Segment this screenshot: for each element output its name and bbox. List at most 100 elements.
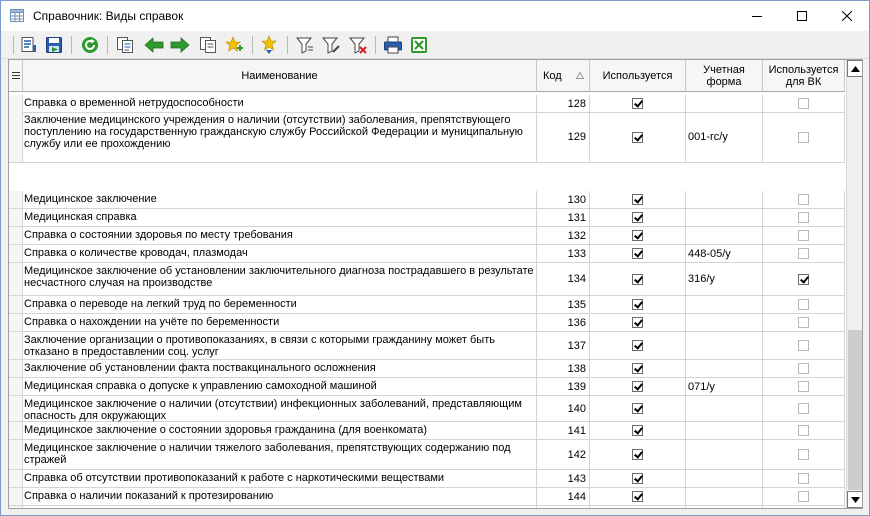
cell-form[interactable]: [686, 314, 763, 331]
copy-record-button[interactable]: [114, 34, 136, 56]
vk-checkbox[interactable]: [798, 473, 809, 484]
cell-name[interactable]: Медицинская справка о допуске к управлен…: [23, 378, 537, 395]
cell-form[interactable]: [686, 470, 763, 487]
cell-used[interactable]: [590, 314, 686, 331]
cell-used[interactable]: [590, 470, 686, 487]
used-checkbox[interactable]: [632, 194, 643, 205]
row-indicator[interactable]: [9, 245, 23, 262]
vk-checkbox[interactable]: [798, 248, 809, 259]
cell-form[interactable]: [686, 360, 763, 377]
filter-clear-button[interactable]: [347, 34, 369, 56]
close-button[interactable]: [824, 1, 869, 31]
table-row[interactable]: Справка о количестве кроводач, плазмодач…: [9, 245, 845, 263]
column-header-form[interactable]: Учетная форма: [686, 60, 763, 92]
cell-vk[interactable]: [763, 314, 845, 331]
cell-vk[interactable]: [763, 95, 845, 112]
cell-used[interactable]: [590, 396, 686, 421]
row-indicator[interactable]: [9, 488, 23, 505]
cell-vk[interactable]: [763, 296, 845, 313]
cell-vk[interactable]: [763, 378, 845, 395]
cell-used[interactable]: [590, 263, 686, 295]
cell-form[interactable]: [686, 95, 763, 112]
cell-code[interactable]: 128: [537, 95, 590, 112]
cell-used[interactable]: [590, 227, 686, 244]
vk-checkbox[interactable]: [798, 230, 809, 241]
cell-used[interactable]: [590, 332, 686, 359]
filter-edit-button[interactable]: [320, 34, 342, 56]
used-checkbox[interactable]: [632, 98, 643, 109]
cell-form[interactable]: [686, 296, 763, 313]
table-row[interactable]: Справка о состоянии здоровья по месту тр…: [9, 227, 845, 245]
cell-vk[interactable]: [763, 245, 845, 262]
save-button[interactable]: [43, 34, 65, 56]
used-checkbox[interactable]: [632, 230, 643, 241]
edit-record-button[interactable]: [18, 34, 40, 56]
cell-code[interactable]: 130: [537, 191, 590, 208]
used-checkbox[interactable]: [632, 317, 643, 328]
column-header-used[interactable]: Используется: [590, 60, 686, 92]
cell-name[interactable]: Справка о временной нетрудоспособности: [23, 95, 537, 112]
cell-name[interactable]: Медицинское заключение: [23, 191, 537, 208]
cell-name[interactable]: Справка о состоянии здоровья по месту тр…: [23, 227, 537, 244]
vk-checkbox[interactable]: [798, 491, 809, 502]
row-indicator[interactable]: [9, 209, 23, 226]
cell-used[interactable]: [590, 440, 686, 469]
used-checkbox[interactable]: [632, 363, 643, 374]
cell-form[interactable]: [686, 488, 763, 505]
cell-code[interactable]: 135: [537, 296, 590, 313]
row-indicator[interactable]: [9, 396, 23, 421]
table-row[interactable]: Заключение организации о противопоказани…: [9, 332, 845, 360]
cell-vk[interactable]: [763, 422, 845, 439]
cell-vk[interactable]: [763, 360, 845, 377]
cell-used[interactable]: [590, 245, 686, 262]
vk-checkbox[interactable]: [798, 425, 809, 436]
vk-checkbox[interactable]: [798, 381, 809, 392]
cell-form[interactable]: [686, 191, 763, 208]
cell-code[interactable]: 139: [537, 378, 590, 395]
vk-checkbox[interactable]: [798, 131, 809, 143]
cell-name[interactable]: Справка о количестве кроводач, плазмодач: [23, 245, 537, 262]
vk-checkbox[interactable]: [798, 403, 809, 414]
reference-table[interactable]: Наименование Код Используется Учетная фо…: [8, 59, 863, 509]
cell-form[interactable]: 448-05/у: [686, 245, 763, 262]
cell-form[interactable]: [686, 332, 763, 359]
cell-name[interactable]: Заключение об установлении факта поствак…: [23, 360, 537, 377]
cell-vk[interactable]: [763, 396, 845, 421]
cell-name[interactable]: Справка о нахождении на учёте по беремен…: [23, 314, 537, 331]
cell-code[interactable]: 145: [537, 506, 590, 508]
cell-form[interactable]: [686, 440, 763, 469]
cell-used[interactable]: [590, 191, 686, 208]
table-row[interactable]: Заключение медицинского учреждения о нал…: [9, 112, 845, 163]
used-checkbox[interactable]: [632, 212, 643, 223]
used-checkbox[interactable]: [632, 340, 643, 351]
used-checkbox[interactable]: [632, 449, 643, 460]
table-row[interactable]: Медицинское заключение о характере получ…: [9, 506, 845, 508]
column-chooser-button[interactable]: [9, 60, 23, 92]
cell-code[interactable]: 133: [537, 245, 590, 262]
cell-form[interactable]: [686, 209, 763, 226]
table-row[interactable]: Медицинская справка о допуске к управлен…: [9, 378, 845, 396]
row-indicator[interactable]: [9, 470, 23, 487]
move-left-button[interactable]: [143, 34, 165, 56]
table-row[interactable]: Справка об отсутствии противопоказаний к…: [9, 470, 845, 488]
cell-used[interactable]: [590, 378, 686, 395]
row-indicator[interactable]: [9, 440, 23, 469]
cell-code[interactable]: 131: [537, 209, 590, 226]
table-row[interactable]: Медицинское заключение об установлении з…: [9, 263, 845, 296]
cell-vk[interactable]: [763, 112, 845, 162]
table-row[interactable]: Справка о переводе на легкий труд по бер…: [9, 296, 845, 314]
cell-name[interactable]: Заключение организации о противопоказани…: [23, 332, 537, 359]
used-checkbox[interactable]: [632, 473, 643, 484]
row-indicator[interactable]: [9, 191, 23, 208]
cell-name[interactable]: Справка о наличии показаний к протезиров…: [23, 488, 537, 505]
row-indicator[interactable]: [9, 314, 23, 331]
vk-checkbox[interactable]: [798, 317, 809, 328]
cell-name[interactable]: Медицинское заключение об установлении з…: [23, 263, 537, 295]
cell-form[interactable]: 001-гс/у: [686, 112, 763, 162]
cell-vk[interactable]: [763, 440, 845, 469]
cell-used[interactable]: [590, 112, 686, 162]
row-indicator[interactable]: [9, 378, 23, 395]
copy-record-alt-button[interactable]: [197, 34, 219, 56]
used-checkbox[interactable]: [632, 491, 643, 502]
scroll-up-button[interactable]: [847, 60, 862, 77]
